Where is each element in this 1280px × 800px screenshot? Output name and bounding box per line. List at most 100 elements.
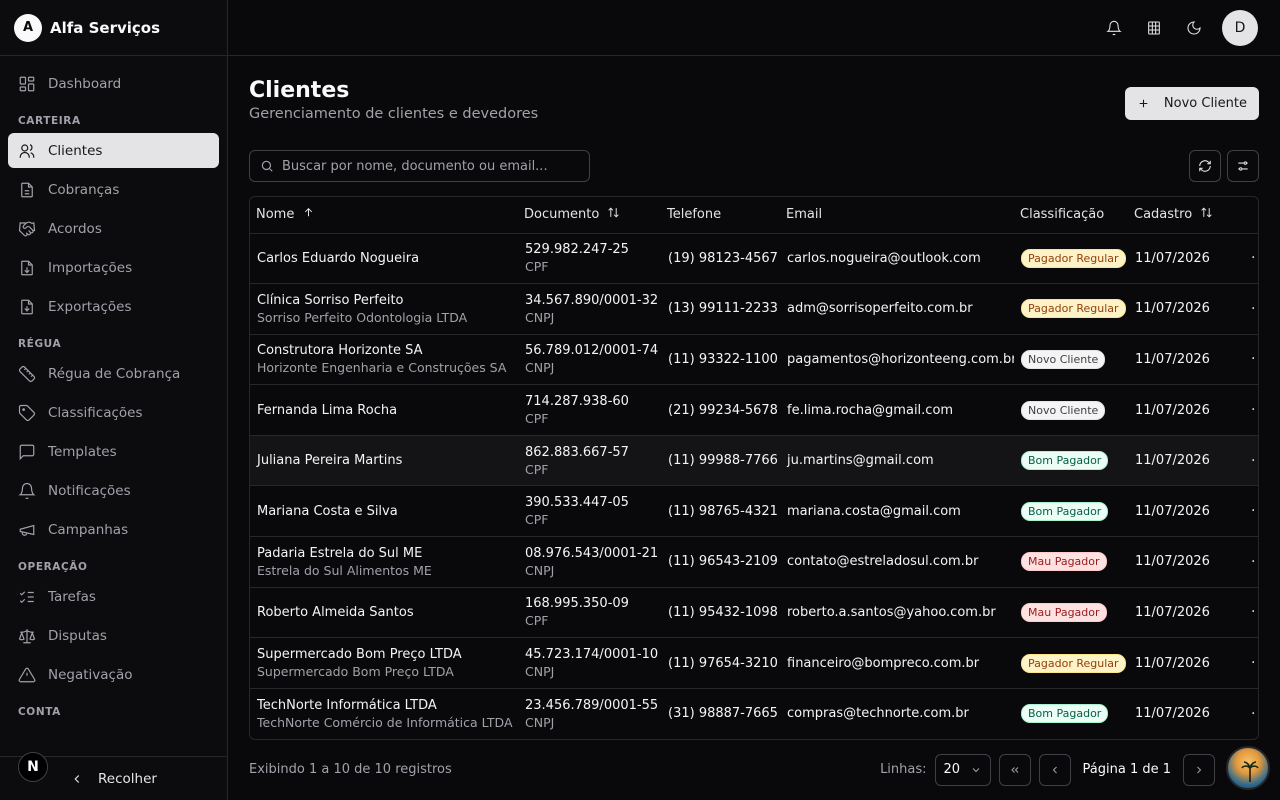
cell-date: 11/07/2026 <box>1128 536 1244 588</box>
file-text-icon <box>21 182 33 197</box>
client-company: Horizonte Engenharia e Construções SA <box>257 360 507 376</box>
column-header-cadastro[interactable]: Cadastro <box>1128 197 1244 234</box>
next-devtools-badge[interactable]: N <box>18 752 48 782</box>
chevrons-left-icon <box>1010 767 1018 773</box>
column-header-nome[interactable]: Nome <box>250 197 518 234</box>
client-name: Roberto Almeida Santos <box>257 604 414 620</box>
row-actions-menu[interactable]: ··· <box>1251 554 1258 570</box>
row-actions-menu[interactable]: ··· <box>1251 604 1258 620</box>
megaphone-icon <box>19 524 35 536</box>
table-row[interactable]: Clínica Sorriso Perfeito Sorriso Perfeito… <box>250 283 1258 335</box>
column-header-documento[interactable]: Documento <box>518 197 661 234</box>
cell-name: Mariana Costa e Silva <box>250 485 518 538</box>
classification-badge: Pagador Regular <box>1021 299 1126 319</box>
sidebar-item-acordos[interactable]: Acordos <box>8 211 219 246</box>
client-name: Juliana Pereira Martins <box>257 453 403 469</box>
cell-actions: ··· <box>1244 435 1258 487</box>
cell-phone: (11) 99988-7766 <box>661 435 780 487</box>
client-document-type: CPF <box>525 512 549 528</box>
new-client-button[interactable]: Novo Cliente <box>1124 87 1259 120</box>
column-header-telefone[interactable]: Telefone <box>661 197 780 234</box>
sidebar-item-exportacoes[interactable]: Exportações <box>8 289 219 324</box>
sidebar-item-campanhas[interactable]: Campanhas <box>8 512 219 547</box>
table-row[interactable]: Supermercado Bom Preço LTDA Supermercado … <box>250 637 1258 689</box>
first-page-button[interactable] <box>998 753 1031 786</box>
sidebar-item-tarefas[interactable]: Tarefas <box>8 579 219 614</box>
cell-date: 11/07/2026 <box>1135 706 1210 722</box>
row-actions-menu[interactable]: ··· <box>1251 301 1258 317</box>
pagination: Linhas: 20 Página 1 de 1 <box>880 753 1259 786</box>
client-company: Estrela do Sul Alimentos ME <box>257 562 432 578</box>
sidebar-item-negativacao[interactable]: Negativação <box>8 657 219 692</box>
cell-name: Supermercado Bom Preço LTDA Supermercado … <box>250 637 518 689</box>
row-actions-menu[interactable]: ··· <box>1251 351 1258 367</box>
cell-name: Padaria Estrela do Sul ME Estrela do Sul … <box>250 536 518 588</box>
classification-badge: Pagador Regular <box>1021 248 1126 268</box>
cell-name: Construtora Horizonte SA Horizonte Engenh… <box>250 334 518 386</box>
client-document: 08.976.543/0001-21 <box>525 545 659 561</box>
row-actions-menu[interactable]: ··· <box>1251 250 1258 266</box>
row-actions-menu[interactable]: ··· <box>1251 706 1258 722</box>
table-row[interactable]: Juliana Pereira Martins 862.883.667-57 CPF… <box>250 435 1258 487</box>
client-document-type: CNPJ <box>525 360 555 376</box>
sidebar-item-importacoes[interactable]: Importações <box>8 250 219 285</box>
ruler-icon <box>18 365 36 382</box>
table-row[interactable]: Roberto Almeida Santos 168.995.350-09 CPF(… <box>250 587 1258 639</box>
client-name: Construtora Horizonte SA <box>257 343 423 359</box>
sidebar-item-disputas[interactable]: Disputas <box>8 618 219 653</box>
brand[interactable]: A Alfa Serviços <box>0 0 227 56</box>
main-area: D Clientes Gerenciamento de clientes e d… <box>228 0 1280 800</box>
collapse-sidebar-button[interactable]: Recolher <box>70 771 157 787</box>
row-actions-menu[interactable]: ··· <box>1251 453 1258 469</box>
brand-avatar: A <box>14 13 42 42</box>
cell-classification: Bom Pagador <box>1014 435 1128 487</box>
table-footer: Exibindo 1 a 10 de 10 registros Linhas: … <box>249 753 1259 787</box>
cell-name: Juliana Pereira Martins <box>250 435 518 487</box>
cell-classification: Mau Pagador <box>1014 536 1128 588</box>
sidebar-item-templates[interactable]: Templates <box>8 434 219 469</box>
client-document-type: CPF <box>525 411 549 427</box>
sidebar-section-operacao: OPERAÇÃO <box>18 561 88 573</box>
cell-document: 08.976.543/0001-21 CNPJ <box>518 536 661 588</box>
clients-table: Nome Documento Telefone Email Classifica… <box>250 197 1258 739</box>
column-label: Classificação <box>1020 207 1105 223</box>
column-header-classificacao[interactable]: Classificação <box>1014 197 1128 234</box>
floating-profile-avatar[interactable] <box>1226 746 1270 790</box>
sidebar-item-cobrancas[interactable]: Cobranças <box>8 172 219 207</box>
search-icon <box>261 160 273 172</box>
cell-actions: ··· <box>1244 587 1258 639</box>
sidebar-item-clientes[interactable]: Clientes <box>8 133 219 168</box>
sidebar-item-notificacoes[interactable]: Notificações <box>8 473 219 508</box>
theme-toggle-button[interactable] <box>1180 14 1208 42</box>
user-avatar[interactable]: D <box>1222 9 1258 46</box>
sidebar-item-dashboard[interactable]: Dashboard <box>8 66 219 101</box>
notifications-button[interactable] <box>1100 14 1128 42</box>
table-row[interactable]: TechNorte Informática LTDA TechNorte Comé… <box>250 688 1258 739</box>
cell-classification: Novo Cliente <box>1014 334 1128 386</box>
row-actions-menu[interactable]: ··· <box>1251 655 1258 671</box>
table-row[interactable]: Construtora Horizonte SA Horizonte Engenh… <box>250 334 1258 386</box>
sidebar-item-regua-de-cobranca[interactable]: Régua de Cobrança <box>8 356 219 391</box>
table-row[interactable]: Carlos Eduardo Nogueira 529.982.247-25 CPF… <box>250 233 1258 285</box>
next-page-button[interactable] <box>1183 753 1215 786</box>
column-header-email[interactable]: Email <box>780 197 1014 234</box>
cell-date: 11/07/2026 <box>1128 384 1244 436</box>
classification-badge: Pagador Regular <box>1021 653 1126 673</box>
rows-per-page-select[interactable]: 20 <box>934 753 991 786</box>
search-input[interactable] <box>282 158 572 174</box>
bell-icon <box>18 482 36 499</box>
table-row[interactable]: Padaria Estrela do Sul ME Estrela do Sul … <box>250 536 1258 588</box>
cell-classification: Pagador Regular <box>1014 233 1128 285</box>
sort-asc-icon <box>302 206 315 223</box>
row-actions-menu[interactable]: ··· <box>1251 402 1258 418</box>
company-button[interactable] <box>1140 14 1168 42</box>
table-row[interactable]: Fernanda Lima Rocha 714.287.938-60 CPF (21)… <box>250 384 1258 436</box>
row-actions-menu[interactable]: ··· <box>1251 503 1258 519</box>
refresh-button[interactable] <box>1189 150 1221 182</box>
table-row[interactable]: Mariana Costa e Silva 390.533.447-05 CPF (1… <box>250 485 1258 538</box>
sidebar-item-classificacoes[interactable]: Classificações <box>8 395 219 430</box>
prev-page-button[interactable] <box>1038 753 1071 786</box>
classification-badge: Novo Cliente <box>1021 400 1106 420</box>
record-count: Exibindo 1 a 10 de 10 registros <box>249 762 452 778</box>
column-settings-button[interactable] <box>1227 150 1259 182</box>
